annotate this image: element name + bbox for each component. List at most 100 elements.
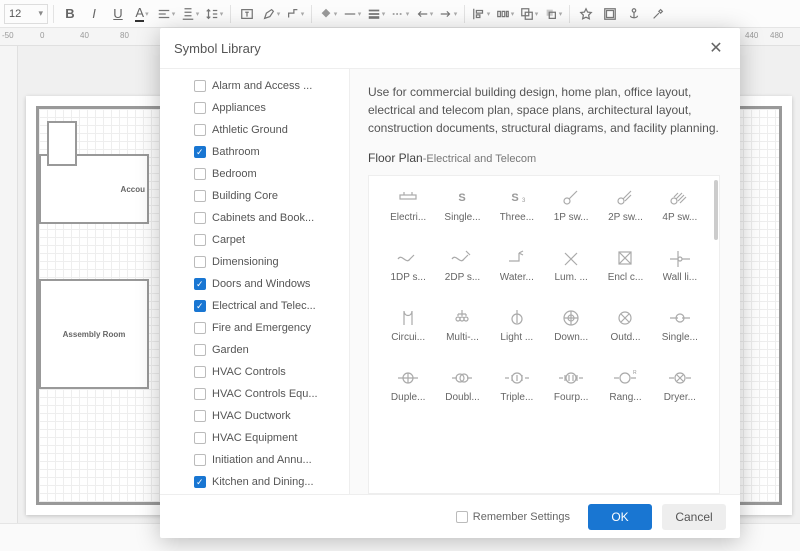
checkbox-icon[interactable] xyxy=(194,410,206,422)
symbol-label: Fourp... xyxy=(554,392,588,403)
svg-text:3: 3 xyxy=(522,198,526,204)
checkbox-icon[interactable] xyxy=(194,212,206,224)
svg-text:R: R xyxy=(633,370,637,376)
category-item[interactable]: Bedroom xyxy=(194,163,349,185)
checkbox-icon[interactable] xyxy=(194,322,206,334)
font-size-select[interactable]: 12 xyxy=(4,4,48,24)
group-button[interactable] xyxy=(518,3,540,25)
symbol-item[interactable]: Doubl... xyxy=(435,366,489,422)
symbol-item[interactable]: 1P sw... xyxy=(544,186,598,242)
checkbox-icon[interactable] xyxy=(194,80,206,92)
line-style-button[interactable] xyxy=(341,3,363,25)
checkbox-icon[interactable] xyxy=(194,454,206,466)
z-order-button[interactable] xyxy=(542,3,564,25)
symbol-item[interactable]: Circui... xyxy=(381,306,435,362)
symbol-label: Doubl... xyxy=(445,392,479,403)
symbol-item[interactable]: Fourp... xyxy=(544,366,598,422)
pen-tool-button[interactable] xyxy=(260,3,282,25)
symbol-label: Three... xyxy=(500,212,534,223)
checkbox-icon[interactable] xyxy=(194,300,206,312)
bold-button[interactable]: B xyxy=(59,3,81,25)
symbol-item[interactable]: 2P sw... xyxy=(598,186,652,242)
checkbox-icon[interactable] xyxy=(194,190,206,202)
checkbox-icon[interactable] xyxy=(194,256,206,268)
align-button[interactable] xyxy=(470,3,492,25)
category-item[interactable]: Dimensioning xyxy=(194,251,349,273)
category-item[interactable]: Kitchen and Dining... xyxy=(194,471,349,493)
symbol-item[interactable]: Outd... xyxy=(598,306,652,362)
checkbox-icon[interactable] xyxy=(194,278,206,290)
category-item[interactable]: HVAC Controls xyxy=(194,361,349,383)
symbol-item[interactable]: Triple... xyxy=(490,366,544,422)
line-spacing-button[interactable] xyxy=(203,3,225,25)
checkbox-icon[interactable] xyxy=(194,146,206,158)
symbol-item[interactable]: Down... xyxy=(544,306,598,362)
category-item[interactable]: Athletic Ground xyxy=(194,119,349,141)
symbol-item[interactable]: S3 Three... xyxy=(490,186,544,242)
arrow-end-button[interactable] xyxy=(437,3,459,25)
category-item[interactable]: Alarm and Access ... xyxy=(194,75,349,97)
category-item[interactable]: Garden xyxy=(194,339,349,361)
connector-button[interactable] xyxy=(284,3,306,25)
symbol-item[interactable]: Wall li... xyxy=(653,246,707,302)
fill-button[interactable] xyxy=(317,3,339,25)
font-color-button[interactable]: A xyxy=(131,3,153,25)
category-label: Cabinets and Book... xyxy=(212,212,314,224)
symbol-item[interactable]: Multi-... xyxy=(435,306,489,362)
category-item[interactable]: Bathroom xyxy=(194,141,349,163)
symbol-item[interactable]: Water... xyxy=(490,246,544,302)
checkbox-icon[interactable] xyxy=(194,432,206,444)
symbol-item[interactable]: Encl c... xyxy=(598,246,652,302)
distribute-button[interactable] xyxy=(494,3,516,25)
category-item[interactable]: Fire and Emergency xyxy=(194,317,349,339)
category-item[interactable]: HVAC Equipment xyxy=(194,427,349,449)
line-weight-button[interactable] xyxy=(365,3,387,25)
wall-button[interactable] xyxy=(599,3,621,25)
category-item[interactable]: Appliances xyxy=(194,97,349,119)
ok-button[interactable]: OK xyxy=(588,504,652,530)
symbol-item[interactable]: Single... xyxy=(653,306,707,362)
cancel-button[interactable]: Cancel xyxy=(662,504,726,530)
close-icon[interactable]: ✕ xyxy=(706,38,726,58)
symbol-item[interactable]: Electri... xyxy=(381,186,435,242)
symbol-item[interactable]: RRang... xyxy=(598,366,652,422)
remember-settings-checkbox[interactable]: Remember Settings xyxy=(456,511,570,523)
anchor-button[interactable] xyxy=(623,3,645,25)
symbol-item[interactable]: 2DP s... xyxy=(435,246,489,302)
underline-button[interactable]: U xyxy=(107,3,129,25)
category-item[interactable]: Building Core xyxy=(194,185,349,207)
text-align-h-button[interactable] xyxy=(155,3,177,25)
checkbox-icon[interactable] xyxy=(194,388,206,400)
category-item[interactable]: Carpet xyxy=(194,229,349,251)
text-tool-button[interactable] xyxy=(236,3,258,25)
checkbox-icon[interactable] xyxy=(194,234,206,246)
star-button[interactable] xyxy=(575,3,597,25)
checkbox-icon[interactable] xyxy=(194,366,206,378)
category-list[interactable]: Alarm and Access ...AppliancesAthletic G… xyxy=(160,69,350,494)
symbol-item[interactable]: 4P sw... xyxy=(653,186,707,242)
symbol-icon: S3 xyxy=(501,186,533,208)
symbol-scrollbar[interactable] xyxy=(713,176,719,493)
symbol-item[interactable]: Dryer... xyxy=(653,366,707,422)
symbol-item[interactable]: SSingle... xyxy=(435,186,489,242)
text-align-v-button[interactable] xyxy=(179,3,201,25)
arrow-start-button[interactable] xyxy=(413,3,435,25)
tools-button[interactable] xyxy=(647,3,669,25)
checkbox-icon[interactable] xyxy=(194,168,206,180)
checkbox-icon[interactable] xyxy=(194,476,206,488)
symbol-item[interactable]: Light ... xyxy=(490,306,544,362)
category-item[interactable]: Cabinets and Book... xyxy=(194,207,349,229)
category-item[interactable]: HVAC Controls Equ... xyxy=(194,383,349,405)
italic-button[interactable]: I xyxy=(83,3,105,25)
symbol-item[interactable]: Lum. ... xyxy=(544,246,598,302)
symbol-item[interactable]: Duple... xyxy=(381,366,435,422)
checkbox-icon[interactable] xyxy=(194,102,206,114)
category-item[interactable]: Initiation and Annu... xyxy=(194,449,349,471)
checkbox-icon[interactable] xyxy=(194,344,206,356)
category-item[interactable]: Doors and Windows xyxy=(194,273,349,295)
category-item[interactable]: Electrical and Telec... xyxy=(194,295,349,317)
category-item[interactable]: HVAC Ductwork xyxy=(194,405,349,427)
checkbox-icon[interactable] xyxy=(194,124,206,136)
symbol-item[interactable]: 1DP s... xyxy=(381,246,435,302)
dash-style-button[interactable] xyxy=(389,3,411,25)
